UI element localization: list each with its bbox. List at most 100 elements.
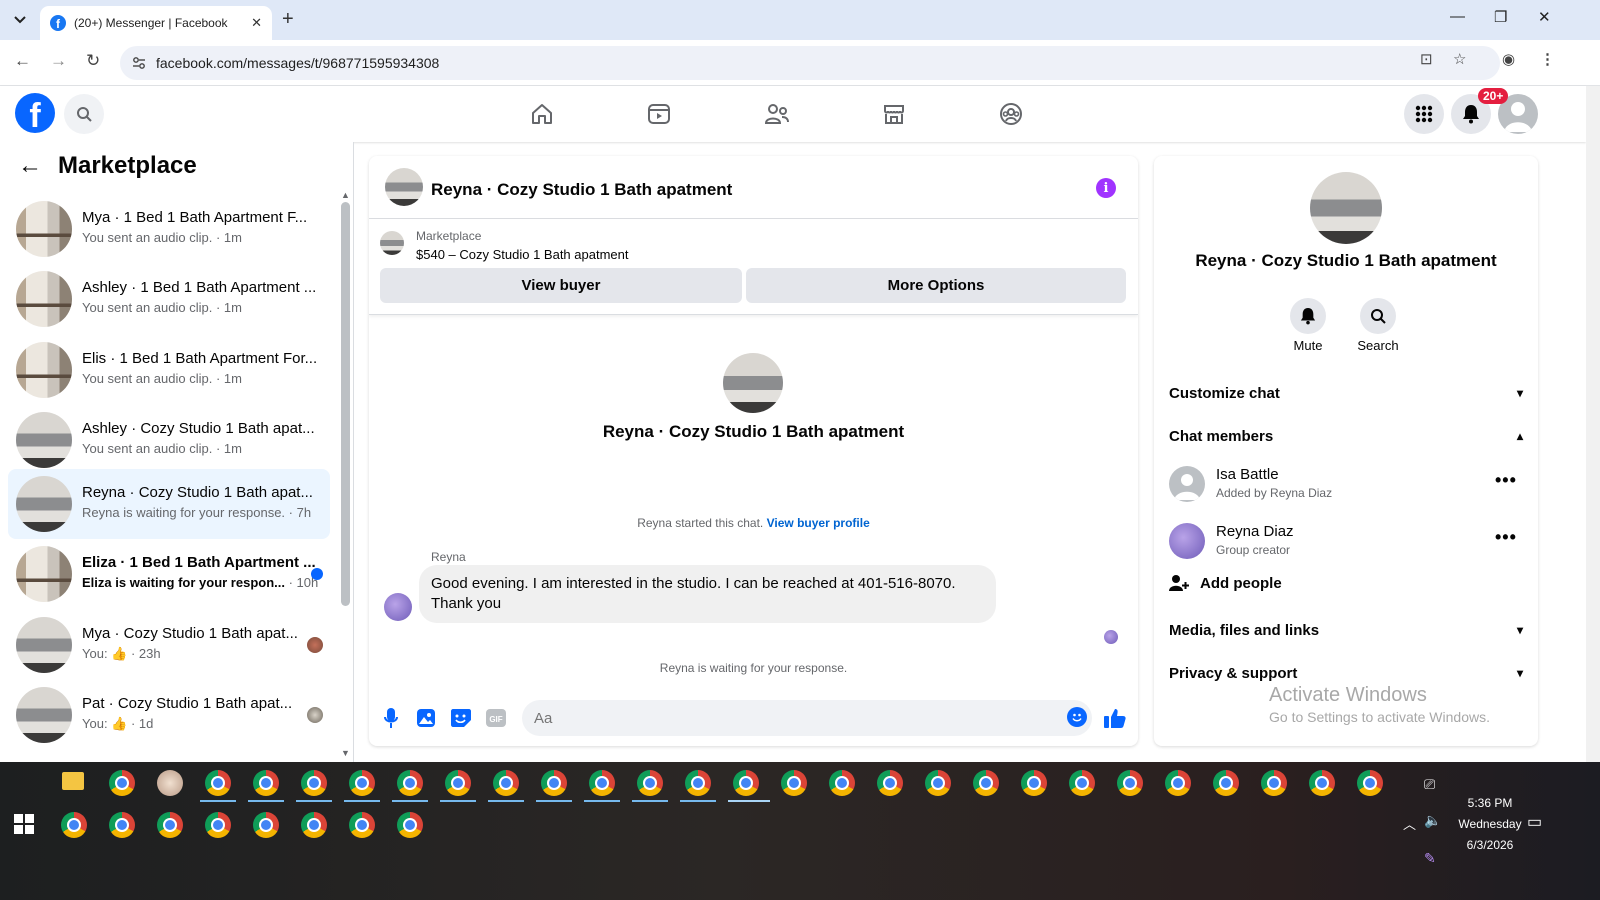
chrome-profile-taskbar-icon[interactable] [61, 812, 87, 838]
attach-photo-button[interactable] [415, 707, 437, 729]
listing-price-title[interactable]: $540 – Cozy Studio 1 Bath apatment [416, 247, 628, 262]
message-input[interactable] [522, 700, 1092, 736]
message-bubble[interactable]: Good evening. I am interested in the stu… [419, 565, 996, 623]
mute-button[interactable] [1290, 298, 1326, 334]
conversation-item[interactable]: Eliza · 1 Bed 1 Bath Apartment ... Eliza… [8, 539, 330, 609]
more-menu-icon[interactable]: ⋮ [1540, 50, 1555, 68]
sidebar-scrollbar[interactable] [341, 202, 350, 606]
conversation-item[interactable]: Mya · Cozy Studio 1 Bath apat... You: 👍 … [8, 610, 330, 680]
maximize-icon[interactable]: ❐ [1494, 8, 1507, 26]
add-people-button[interactable]: Add people [1169, 574, 1282, 592]
chrome-profile-taskbar-icon[interactable] [109, 812, 135, 838]
tablet-mode-icon[interactable]: ⎚ [1424, 776, 1435, 793]
member-row[interactable]: Isa Battle Added by Reyna Diaz ••• [1169, 458, 1523, 508]
scroll-down-arrow-icon[interactable]: ▼ [341, 748, 350, 758]
chrome-profile-taskbar-icon[interactable] [349, 770, 375, 796]
chrome-profile-taskbar-icon[interactable] [541, 770, 567, 796]
facebook-logo-icon[interactable]: f [15, 93, 55, 133]
home-nav-button[interactable] [526, 98, 558, 130]
show-hidden-icons-chevron-icon[interactable]: ︿ [1403, 814, 1416, 833]
info-icon[interactable]: i [1096, 178, 1116, 198]
conversation-item[interactable]: Mya · 1 Bed 1 Bath Apartment F... You se… [8, 194, 330, 264]
friends-nav-button[interactable] [761, 98, 793, 130]
chat-members-section[interactable]: Chat members ▴ [1169, 416, 1523, 456]
conversation-item[interactable]: Elis · 1 Bed 1 Bath Apartment For... You… [8, 335, 330, 405]
media-files-section[interactable]: Media, files and links ▾ [1169, 610, 1523, 650]
chrome-profile-taskbar-icon[interactable] [1309, 770, 1335, 796]
chrome-profile-taskbar-icon[interactable] [445, 770, 471, 796]
chrome-profile-taskbar-icon[interactable] [157, 812, 183, 838]
chrome-profile-taskbar-icon[interactable] [973, 770, 999, 796]
install-app-icon[interactable]: ⊡ [1420, 50, 1433, 68]
notification-center-icon[interactable]: ▭ [1527, 812, 1542, 832]
more-options-button[interactable]: More Options [746, 268, 1126, 303]
chrome-profile-taskbar-icon[interactable] [301, 812, 327, 838]
chrome-profile-taskbar-icon[interactable] [253, 770, 279, 796]
chrome-profile-taskbar-icon[interactable] [637, 770, 663, 796]
tab-search-button[interactable] [8, 8, 32, 32]
chrome-profile-taskbar-icon[interactable] [397, 812, 423, 838]
chrome-profile-taskbar-icon[interactable] [781, 770, 807, 796]
chrome-profile-taskbar-icon[interactable] [733, 770, 759, 796]
back-arrow-icon[interactable]: ← [18, 152, 42, 180]
back-icon[interactable]: ← [14, 51, 31, 71]
conversation-item-active[interactable]: Reyna · Cozy Studio 1 Bath apat... Reyna… [8, 469, 330, 539]
member-options-icon[interactable]: ••• [1495, 527, 1517, 548]
video-nav-button[interactable] [643, 98, 675, 130]
new-tab-button[interactable]: + [282, 8, 294, 31]
chrome-profile-taskbar-icon[interactable] [1021, 770, 1047, 796]
chrome-profile-taskbar-icon[interactable] [253, 812, 279, 838]
paint-app-icon[interactable] [157, 770, 183, 796]
chrome-profile-taskbar-icon[interactable] [301, 770, 327, 796]
scroll-up-arrow-icon[interactable]: ▲ [341, 190, 350, 200]
chrome-profile-taskbar-icon[interactable] [1261, 770, 1287, 796]
volume-icon[interactable]: 🔈 [1424, 812, 1441, 829]
view-buyer-button[interactable]: View buyer [380, 268, 742, 303]
chrome-profile-taskbar-icon[interactable] [1357, 770, 1383, 796]
site-settings-icon[interactable] [132, 56, 146, 70]
voice-clip-button[interactable] [380, 707, 402, 729]
chrome-profile-taskbar-icon[interactable] [1165, 770, 1191, 796]
conversation-item[interactable]: Ashley · Cozy Studio 1 Bath apat... You … [8, 405, 330, 475]
sticker-button[interactable] [450, 707, 472, 729]
browser-tab[interactable]: f (20+) Messenger | Facebook ✕ [40, 6, 272, 40]
chrome-taskbar-icon[interactable] [109, 770, 135, 796]
page-scrollbar[interactable] [1586, 86, 1600, 762]
chrome-profile-taskbar-icon[interactable] [205, 770, 231, 796]
chrome-profile-taskbar-icon[interactable] [829, 770, 855, 796]
taskbar-clock[interactable]: 5:36 PM Wednesday 6/3/2026 [1450, 793, 1530, 856]
chrome-profile-taskbar-icon[interactable] [493, 770, 519, 796]
profile-icon[interactable]: ◉ [1502, 50, 1515, 68]
forward-icon[interactable]: → [50, 51, 67, 71]
bookmark-star-icon[interactable]: ☆ [1453, 50, 1466, 68]
menu-button[interactable] [1404, 94, 1444, 134]
conversation-item[interactable]: Ashley · 1 Bed 1 Bath Apartment ... You … [8, 264, 330, 334]
url-omnibox[interactable]: facebook.com/messages/t/968771595934308 [120, 46, 1500, 80]
search-button[interactable] [64, 94, 104, 134]
chrome-profile-taskbar-icon[interactable] [1117, 770, 1143, 796]
chat-avatar[interactable] [385, 168, 423, 206]
search-in-chat-button[interactable] [1360, 298, 1396, 334]
close-window-icon[interactable]: ✕ [1538, 8, 1551, 26]
chrome-profile-taskbar-icon[interactable] [1069, 770, 1095, 796]
file-explorer-icon[interactable] [62, 772, 84, 790]
chrome-profile-taskbar-icon[interactable] [1213, 770, 1239, 796]
chrome-profile-taskbar-icon[interactable] [925, 770, 951, 796]
chat-title[interactable]: Reyna · Cozy Studio 1 Bath apatment [431, 180, 732, 200]
send-like-button[interactable] [1104, 707, 1126, 729]
chrome-profile-taskbar-icon[interactable] [877, 770, 903, 796]
chrome-profile-taskbar-icon[interactable] [349, 812, 375, 838]
emoji-icon[interactable] [1067, 707, 1087, 727]
chrome-profile-taskbar-icon[interactable] [685, 770, 711, 796]
minimize-icon[interactable]: — [1450, 8, 1465, 25]
conversation-item[interactable]: Pat · Cozy Studio 1 Bath apat... You: 👍 … [8, 680, 330, 750]
gif-button[interactable]: GIF [485, 707, 507, 729]
close-tab-icon[interactable]: ✕ [251, 15, 262, 31]
groups-nav-button[interactable] [995, 98, 1027, 130]
member-options-icon[interactable]: ••• [1495, 470, 1517, 491]
windows-start-icon[interactable] [14, 814, 34, 834]
pen-ink-icon[interactable]: ✎ [1424, 850, 1436, 867]
chrome-profile-taskbar-icon[interactable] [589, 770, 615, 796]
customize-chat-section[interactable]: Customize chat ▾ [1169, 373, 1523, 413]
view-buyer-profile-link[interactable]: View buyer profile [767, 516, 870, 530]
